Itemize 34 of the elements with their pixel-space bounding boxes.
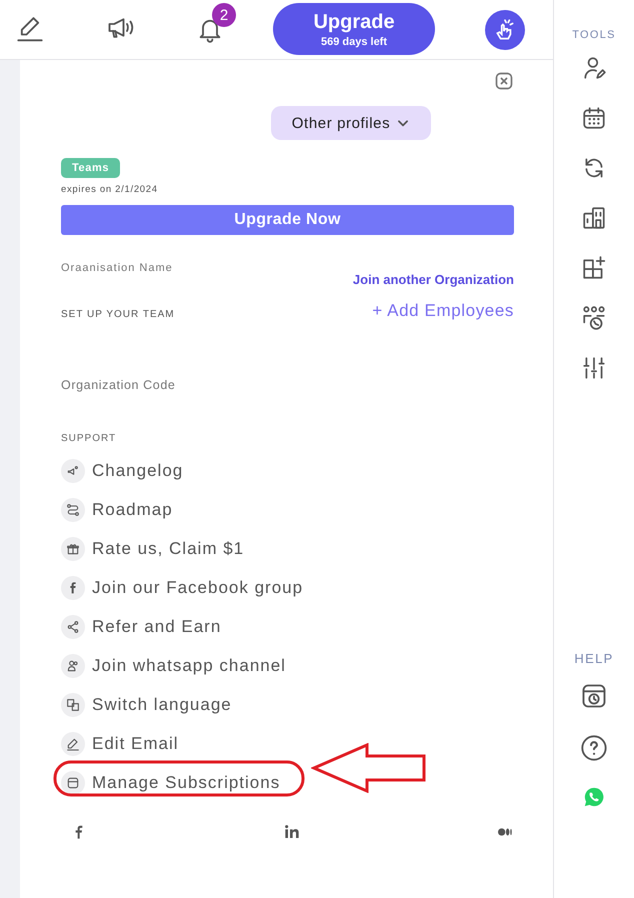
- support-link[interactable]: Switch language: [92, 694, 232, 714]
- support-link[interactable]: Roadmap: [92, 500, 173, 520]
- support-link[interactable]: Rate us, Claim $1: [92, 538, 244, 558]
- section-heading: SUPPORT: [61, 433, 118, 444]
- field-label: Organization Code: [61, 378, 176, 392]
- sliders-icon[interactable]: [581, 355, 607, 381]
- support-link[interactable]: Changelog: [92, 460, 184, 480]
- linkedin-icon[interactable]: [284, 824, 300, 840]
- calendar-icon[interactable]: [581, 105, 607, 131]
- share-icon: [65, 618, 81, 634]
- notification-badge: 2: [212, 3, 236, 27]
- support-link[interactable]: Edit Email: [92, 734, 179, 754]
- avatar-button[interactable]: [485, 10, 525, 50]
- building-icon[interactable]: [581, 205, 607, 231]
- sidebar-heading: HELP: [574, 651, 614, 666]
- support-link[interactable]: Join whatsapp channel: [92, 656, 286, 676]
- upgrade-button[interactable]: Upgrade 569 days left: [273, 3, 435, 55]
- section-heading: SET UP YOUR TEAM: [61, 309, 175, 321]
- grid-add-icon[interactable]: [581, 255, 607, 281]
- add-employees-link[interactable]: + Add Employees: [372, 301, 514, 321]
- support-link[interactable]: Refer and Earn: [92, 616, 222, 636]
- support-link[interactable]: Join our Facebook group: [92, 578, 304, 598]
- translate-icon: [65, 696, 81, 712]
- field-label: Oraanisation Name: [61, 262, 173, 276]
- profiles-dropdown[interactable]: Other profiles: [271, 106, 431, 140]
- join-organization-link[interactable]: Join another Organization: [352, 272, 514, 287]
- clock-icon[interactable]: [580, 682, 608, 710]
- upgrade-now-button[interactable]: Upgrade Now: [61, 205, 514, 235]
- expiry-date: expires on 2/1/2024: [61, 184, 159, 195]
- close-icon[interactable]: [494, 71, 514, 91]
- help-icon[interactable]: [580, 734, 608, 762]
- route-icon: [65, 502, 81, 518]
- plan-badge: Teams: [61, 158, 120, 178]
- sidebar-heading: TOOLS: [572, 29, 616, 41]
